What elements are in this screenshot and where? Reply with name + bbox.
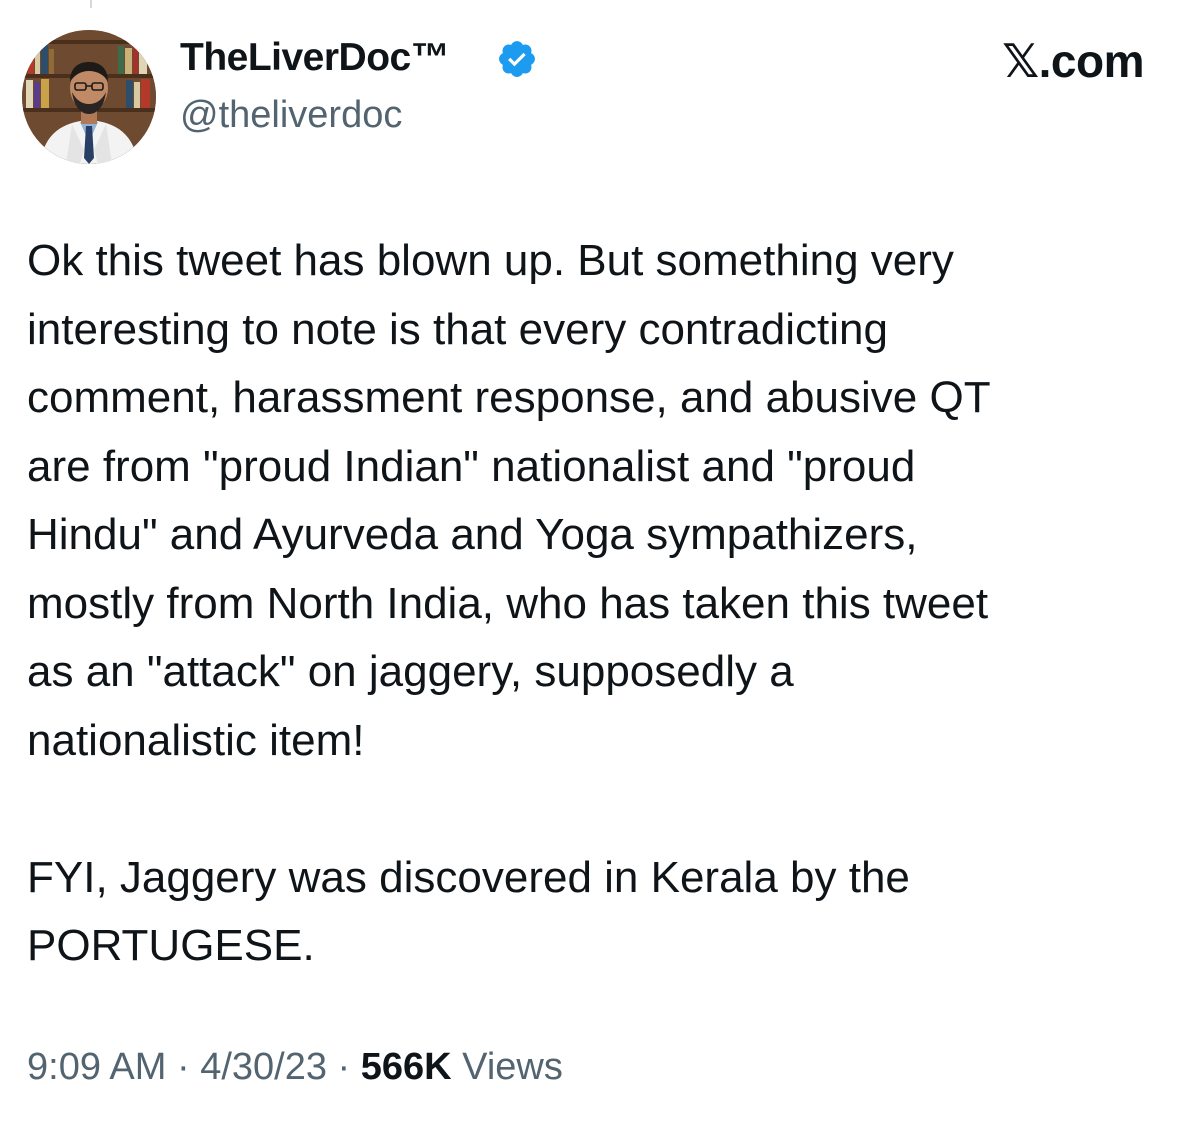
author-display-name[interactable]: TheLiverDoc™ bbox=[180, 36, 450, 80]
brand-logo: 𝕏.com bbox=[1002, 35, 1144, 87]
views-count[interactable]: 566K bbox=[361, 1046, 452, 1088]
tweet-date[interactable]: 4/30/23 bbox=[200, 1046, 327, 1088]
tweet-time[interactable]: 9:09 AM bbox=[27, 1046, 166, 1088]
verified-badge-icon[interactable] bbox=[496, 38, 538, 80]
views-label: Views bbox=[451, 1046, 563, 1088]
tweet-text: Ok this tweet has blown up. But somethin… bbox=[27, 227, 1177, 981]
tweet-meta: 9:09 AM · 4/30/23 · 566K Views bbox=[27, 1046, 563, 1089]
meta-separator: · bbox=[327, 1046, 361, 1088]
meta-separator: · bbox=[166, 1046, 201, 1088]
top-edge-mark bbox=[90, 0, 92, 8]
author-handle[interactable]: @theliverdoc bbox=[180, 94, 402, 137]
tweet-paragraph: Ok this tweet has blown up. But somethin… bbox=[27, 236, 991, 765]
avatar[interactable] bbox=[22, 30, 156, 164]
profile-photo-icon bbox=[22, 30, 156, 164]
tweet-paragraph: FYI, Jaggery was discovered in Kerala by… bbox=[27, 852, 910, 971]
